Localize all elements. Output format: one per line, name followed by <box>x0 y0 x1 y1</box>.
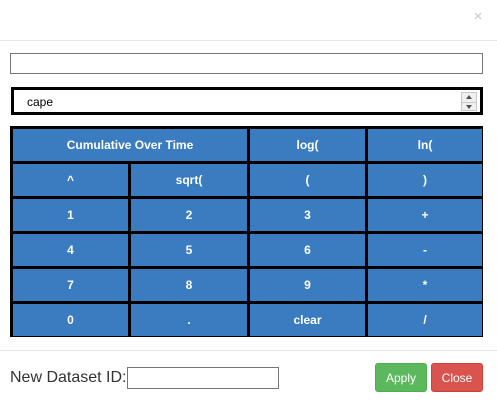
key-clear[interactable]: clear <box>250 304 365 336</box>
key-sym-5[interactable]: ( <box>250 164 365 196</box>
footer-divider <box>0 350 497 351</box>
dataset-id-input[interactable] <box>127 367 279 389</box>
chevron-down-icon <box>466 105 472 109</box>
formula-input[interactable] <box>10 53 483 74</box>
key-sym-22[interactable]: / <box>368 304 482 336</box>
key-log[interactable]: log( <box>250 129 365 161</box>
close-icon[interactable]: × <box>470 9 486 25</box>
spinner-up-button[interactable] <box>462 93 476 102</box>
dataset-select[interactable]: cape <box>11 87 483 115</box>
header-divider <box>0 40 497 41</box>
key-4[interactable]: 4 <box>13 234 128 266</box>
spinner-down-button[interactable] <box>462 102 476 111</box>
dataset-spinner[interactable] <box>461 92 477 111</box>
apply-button[interactable]: Apply <box>375 363 427 392</box>
key-sym-18[interactable]: * <box>368 269 482 301</box>
key-6[interactable]: 6 <box>250 234 365 266</box>
key-sym-6[interactable]: ) <box>368 164 482 196</box>
chevron-up-icon <box>466 95 472 99</box>
key-3[interactable]: 3 <box>250 199 365 231</box>
key-sym-3[interactable]: ^ <box>13 164 128 196</box>
close-button[interactable]: Close <box>431 363 483 392</box>
key-0[interactable]: 0 <box>13 304 128 336</box>
key-2[interactable]: 2 <box>131 199 247 231</box>
key-sym-14[interactable]: - <box>368 234 482 266</box>
key-sym-10[interactable]: + <box>368 199 482 231</box>
key-9[interactable]: 9 <box>250 269 365 301</box>
dataset-select-value: cape <box>27 95 54 109</box>
key-sym-20[interactable]: . <box>131 304 247 336</box>
key-8[interactable]: 8 <box>131 269 247 301</box>
key-sqrt[interactable]: sqrt( <box>131 164 247 196</box>
key-ln[interactable]: ln( <box>368 129 482 161</box>
dataset-id-label: New Dataset ID: <box>10 369 127 386</box>
key-7[interactable]: 7 <box>13 269 128 301</box>
key-5[interactable]: 5 <box>131 234 247 266</box>
key-cumulative-over-time[interactable]: Cumulative Over Time <box>13 129 247 161</box>
key-1[interactable]: 1 <box>13 199 128 231</box>
calculator-keypad: Cumulative Over Time log(ln( ^ sqrt(() 1 2 3 +4… <box>10 126 483 337</box>
